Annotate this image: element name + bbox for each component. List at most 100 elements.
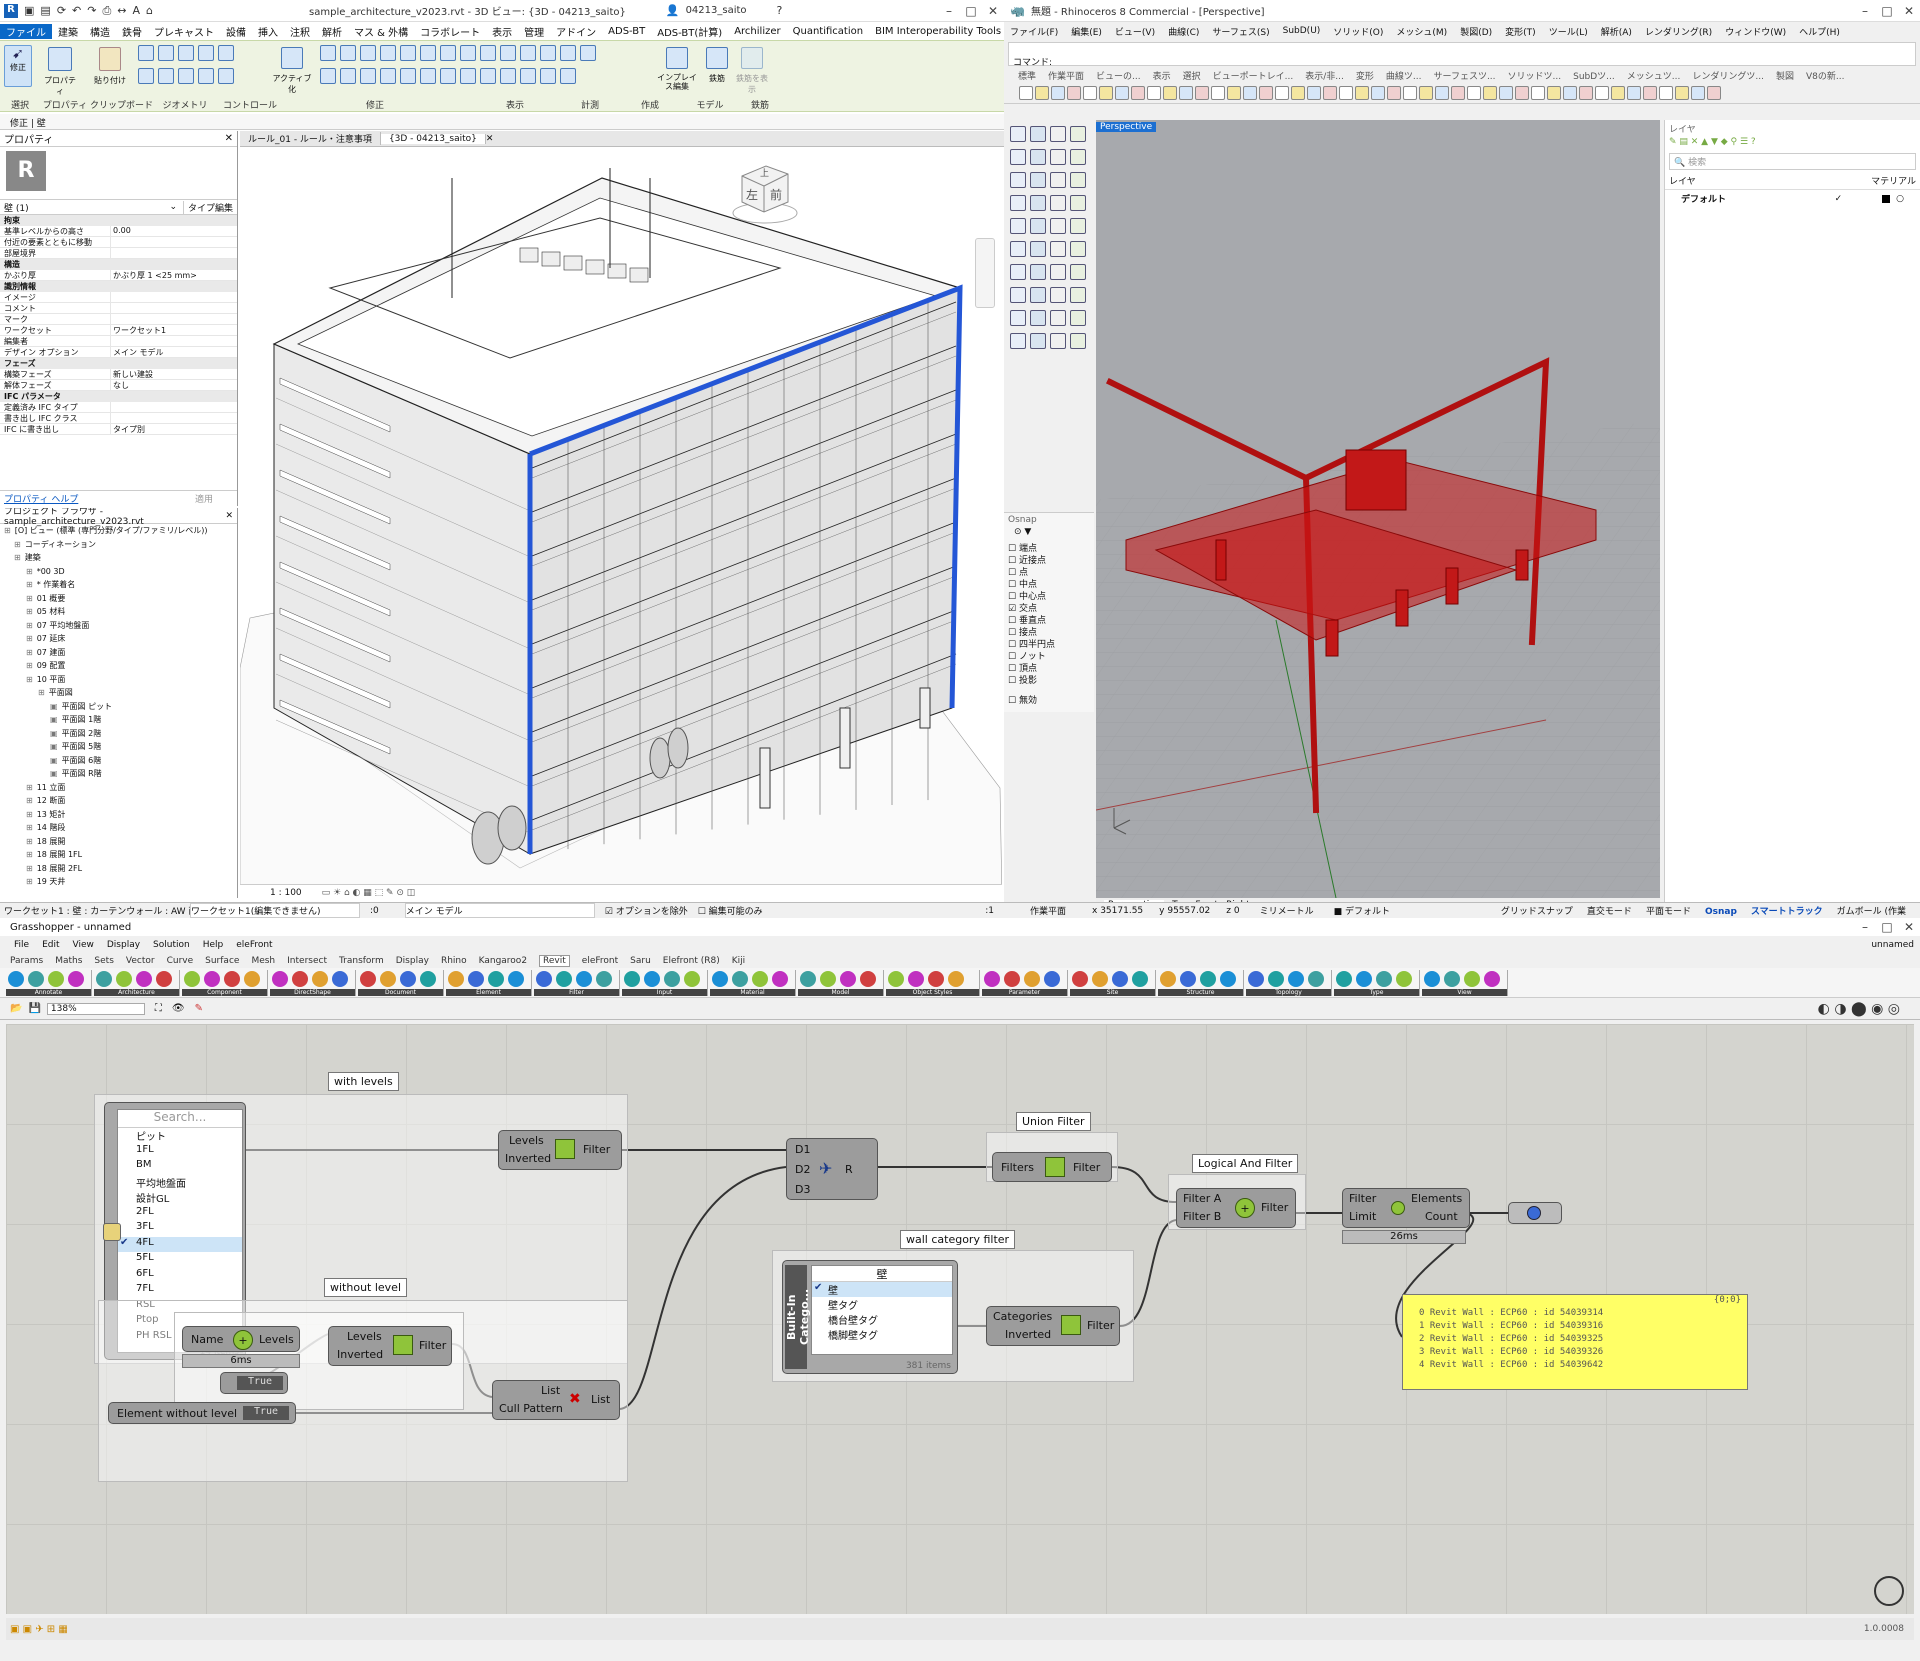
- merge-node[interactable]: D1 D2 D3 ✈ R: [786, 1138, 878, 1200]
- rhino-tool-icon[interactable]: [1355, 85, 1369, 100]
- gh-component-icon[interactable]: [984, 970, 1000, 987]
- input-name[interactable]: Name: [191, 1333, 223, 1346]
- property-row[interactable]: 構築フェーズ 新しい建設: [0, 369, 237, 380]
- gh-component-icon[interactable]: [576, 970, 592, 987]
- gh-menu-item[interactable]: eleFront: [236, 940, 272, 950]
- property-section[interactable]: 識別情報: [0, 281, 237, 292]
- viewcube-top[interactable]: 上: [760, 166, 769, 179]
- bottom-toolbar-icons[interactable]: ▣ ▣ ✈ ⊞ ▦: [10, 1624, 68, 1635]
- rhino-sidebar-tool-icon[interactable]: [1010, 241, 1026, 257]
- osnap-item[interactable]: ☑ 交点: [1008, 601, 1090, 614]
- gh-component-icon[interactable]: [556, 970, 572, 987]
- rhino-tool-icon[interactable]: [1691, 85, 1705, 100]
- osnap-item[interactable]: ☐ 点: [1008, 565, 1090, 578]
- rhino-toolbar-tab[interactable]: ソリッドツ...: [1508, 69, 1562, 82]
- rhino-sidebar-tool-icon[interactable]: [1050, 126, 1066, 142]
- gh-component-icon[interactable]: [1308, 970, 1324, 987]
- gh-component-icon[interactable]: [1464, 970, 1480, 987]
- ribbon-tab[interactable]: 管理: [518, 24, 550, 39]
- property-value[interactable]: かぶり厚 1 <25 mm>: [110, 270, 237, 280]
- gh-component-icon[interactable]: [1336, 970, 1352, 987]
- rhino-sidebar-tool-icon[interactable]: [1030, 287, 1046, 303]
- ribbon-tab[interactable]: ADS-BT: [602, 26, 651, 37]
- property-value[interactable]: メイン モデル: [110, 347, 237, 357]
- rhino-sidebar-tool-icon[interactable]: [1010, 172, 1026, 188]
- gh-component-icon[interactable]: [596, 970, 612, 987]
- display-mode-icons[interactable]: ◐ ◑ ⬤ ◉ ◎: [1818, 1001, 1900, 1017]
- zoom-select[interactable]: 138%: [46, 1002, 145, 1015]
- browser-item[interactable]: ▣ 平面図 1階: [0, 713, 237, 727]
- output-filter[interactable]: Filter: [1261, 1201, 1288, 1214]
- property-section[interactable]: IFC パラメータ: [0, 391, 237, 402]
- ribbon-tab[interactable]: コラボレート: [414, 24, 486, 39]
- rhino-tool-icon[interactable]: [1227, 85, 1241, 100]
- gh-component-icon[interactable]: [1220, 970, 1236, 987]
- gh-tab[interactable]: Saru: [630, 956, 651, 966]
- browser-item[interactable]: ⊞ * 作業着名: [0, 578, 237, 592]
- level-item[interactable]: 3FL: [118, 1221, 242, 1237]
- browser-item[interactable]: ⊞ 07 建面: [0, 646, 237, 660]
- rhino-sidebar-tool-icon[interactable]: [1070, 126, 1086, 142]
- gh-category-panel[interactable]: Topology: [1246, 969, 1332, 996]
- activate-button[interactable]: アクティブ化: [270, 45, 314, 94]
- property-value[interactable]: [110, 336, 237, 346]
- osnap-item[interactable]: ☐ 四半円点: [1008, 637, 1090, 650]
- close-icon[interactable]: ✕: [486, 134, 494, 144]
- gh-component-icon[interactable]: [840, 970, 856, 987]
- rhino-tool-icon[interactable]: [1019, 85, 1033, 100]
- viewcube-front[interactable]: 前: [770, 186, 782, 203]
- viewcube[interactable]: 左 前 上: [730, 158, 800, 228]
- gh-component-icon[interactable]: [1444, 970, 1460, 987]
- rhino-sidebar-tools[interactable]: [1004, 120, 1094, 349]
- close-icon[interactable]: ✕: [225, 511, 233, 521]
- gh-component-icon[interactable]: [948, 970, 964, 987]
- gh-category-panel[interactable]: DirectShape: [270, 969, 356, 996]
- rhino-sidebar-tool-icon[interactable]: [1030, 172, 1046, 188]
- browser-item[interactable]: ⊞ 建築: [0, 551, 237, 565]
- gh-category-panel[interactable]: Model: [798, 969, 884, 996]
- gh-menu-item[interactable]: Display: [107, 940, 140, 950]
- rhino-sidebar-tool-icon[interactable]: [1050, 149, 1066, 165]
- toggle-value[interactable]: True: [237, 1376, 283, 1390]
- rhino-tool-icon[interactable]: [1083, 85, 1097, 100]
- gh-component-icon[interactable]: [1268, 970, 1284, 987]
- gh-component-icon[interactable]: [1180, 970, 1196, 987]
- rhino-tool-icon[interactable]: [1515, 85, 1529, 100]
- edit-type-button[interactable]: タイプ編集: [182, 200, 233, 214]
- maximize-button[interactable]: □: [1876, 920, 1898, 934]
- rhino-sidebar-tool-icon[interactable]: [1010, 126, 1026, 142]
- gh-tab[interactable]: Kangaroo2: [479, 956, 527, 966]
- rhino-sidebar-tool-icon[interactable]: [1070, 241, 1086, 257]
- gh-component-icon[interactable]: [752, 970, 768, 987]
- view-tab-3d[interactable]: {3D - 04213_saito}: [380, 133, 486, 144]
- status-toggle[interactable]: 平面モード: [1646, 907, 1691, 917]
- gh-component-icon[interactable]: [772, 970, 788, 987]
- rhino-toolbar-tab[interactable]: V8の新...: [1806, 69, 1844, 82]
- gh-component-icon[interactable]: [244, 970, 260, 987]
- rhino-toolbar-tab[interactable]: ビューの...: [1096, 69, 1141, 82]
- gh-component-icon[interactable]: [488, 970, 504, 987]
- command-area[interactable]: コマンド:: [1008, 42, 1916, 68]
- property-value[interactable]: ワークセット1: [110, 325, 237, 335]
- rhino-toolbar[interactable]: [1004, 82, 1920, 104]
- query-elements-node[interactable]: Filter Limit Elements Count: [1342, 1188, 1470, 1228]
- browser-item[interactable]: ▣ 平面図 2階: [0, 727, 237, 741]
- rhino-menu-item[interactable]: レンダリング(R): [1645, 25, 1712, 38]
- rhino-tool-icon[interactable]: [1595, 85, 1609, 100]
- status-toggle[interactable]: スマートトラック: [1751, 907, 1823, 917]
- rhino-toolbar-tab[interactable]: メッシュツ...: [1627, 69, 1681, 82]
- level-item[interactable]: 2FL: [118, 1206, 242, 1222]
- print-icon[interactable]: ⎙: [102, 4, 111, 18]
- rhino-tool-icon[interactable]: [1035, 85, 1049, 100]
- rhino-menu-item[interactable]: 解析(A): [1601, 25, 1632, 38]
- gh-category-panel[interactable]: Document: [358, 969, 444, 996]
- gh-component-icon[interactable]: [332, 970, 348, 987]
- rhino-menu-item[interactable]: 製図(D): [1460, 25, 1492, 38]
- rhino-tool-icon[interactable]: [1259, 85, 1273, 100]
- gh-tab[interactable]: Intersect: [287, 956, 327, 966]
- gh-tab[interactable]: eleFront: [582, 956, 618, 966]
- gh-component-icon[interactable]: [1356, 970, 1372, 987]
- level-item[interactable]: 平均地盤面: [118, 1175, 242, 1191]
- rhino-tool-icon[interactable]: [1547, 85, 1561, 100]
- rhino-tool-icon[interactable]: [1051, 85, 1065, 100]
